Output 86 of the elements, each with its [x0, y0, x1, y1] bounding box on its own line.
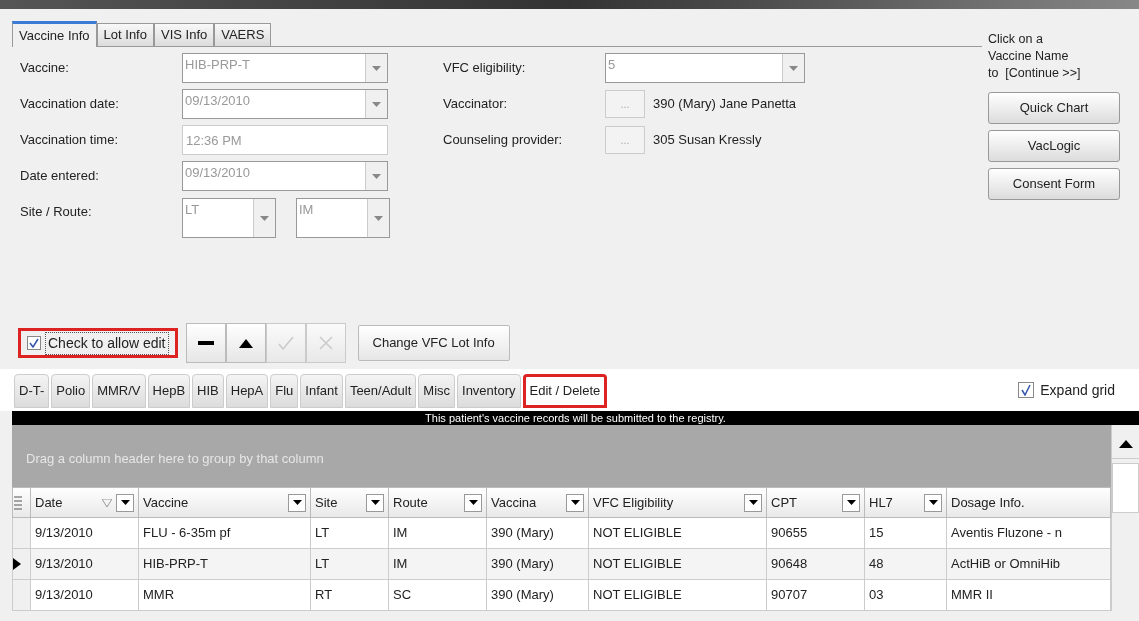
category-tab[interactable]: HepB — [147, 374, 191, 408]
table-cell: 90655 — [766, 517, 865, 549]
category-tab[interactable]: Inventory — [457, 374, 521, 408]
table-cell: LT — [310, 548, 389, 580]
category-tab[interactable]: Flu — [270, 374, 299, 408]
table-cell: 9/13/2010 — [30, 548, 139, 580]
field-label: Vaccination date: — [19, 95, 120, 114]
table-cell: LT — [310, 517, 389, 549]
field-label: Vaccinator: — [442, 95, 509, 114]
minus-button[interactable] — [185, 323, 226, 363]
checkbox[interactable] — [27, 336, 41, 350]
table-cell: 03 — [864, 579, 947, 611]
minus-icon — [197, 341, 214, 345]
field-label: Site / Route: — [19, 203, 93, 222]
category-tab[interactable]: HepA — [225, 374, 269, 408]
side-button[interactable]: VacLogic — [988, 130, 1120, 162]
table-cell: NOT ELIGIBLE — [588, 548, 767, 580]
checkbox-label: Expand grid — [1040, 380, 1115, 400]
category-tab[interactable]: Teen/Adult — [344, 374, 417, 408]
scrollbar[interactable] — [1111, 425, 1139, 611]
table-cell: 9/13/2010 — [30, 517, 139, 549]
instruction-text: Vaccine Name — [988, 48, 1070, 65]
table-cell: 390 (Mary) — [486, 517, 589, 549]
category-tab[interactable]: MMR/V — [92, 374, 146, 408]
field-label: Vaccine: — [19, 59, 70, 78]
table-cell: 15 — [864, 517, 947, 549]
category-tab[interactable]: D-T- — [14, 374, 50, 408]
filter-dropdown-icon[interactable] — [116, 493, 134, 512]
filter-dropdown-icon[interactable] — [566, 493, 584, 512]
table-cell: MMR II — [946, 579, 1111, 611]
scroll-thumb[interactable] — [1112, 463, 1139, 513]
filter-dropdown-icon[interactable] — [842, 493, 860, 512]
table-cell: NOT ELIGIBLE — [588, 517, 767, 549]
check-icon — [29, 338, 39, 348]
checkbox-label: Check to allow edit — [45, 331, 169, 355]
side-button[interactable]: Consent Form — [988, 168, 1120, 200]
table-cell: Aventis Fluzone - n — [946, 517, 1111, 549]
category-tab[interactable]: HIB — [192, 374, 224, 408]
up-triangle-icon — [1118, 439, 1133, 448]
table-cell: HIB-PRP-T — [138, 548, 311, 580]
category-tab[interactable]: Misc — [418, 374, 456, 408]
tab[interactable]: VAERS — [214, 23, 272, 46]
change-vfc-lot-button[interactable]: Change VFC Lot Info — [357, 325, 510, 361]
filter-dropdown-icon[interactable] — [288, 493, 306, 512]
row-pointer-icon — [13, 558, 21, 570]
table-cell: SC — [388, 579, 487, 611]
checkbox[interactable] — [1018, 382, 1035, 398]
table-cell: NOT ELIGIBLE — [588, 579, 767, 611]
field-label: Date entered: — [19, 167, 100, 186]
up-triangle-icon — [238, 338, 253, 348]
category-tab[interactable]: Polio — [51, 374, 91, 408]
filter-dropdown-icon[interactable] — [744, 493, 762, 512]
check-icon — [1021, 384, 1032, 396]
cross-icon — [318, 336, 333, 350]
group-by-area: Drag a column header here to group by that column — [12, 425, 1111, 487]
tab[interactable]: Vaccine Info — [12, 21, 97, 47]
table-cell: RT — [310, 579, 389, 611]
tab[interactable]: Lot Info — [96, 23, 154, 46]
instruction-text: Click on a — [988, 31, 1044, 48]
check-icon — [277, 336, 294, 350]
filter-dropdown-icon[interactable] — [366, 493, 384, 512]
table-cell: 90707 — [766, 579, 865, 611]
table-cell: 9/13/2010 — [30, 579, 139, 611]
category-tab[interactable]: Edit / Delete — [522, 374, 608, 408]
table-cell: ActHiB or OmniHib — [946, 548, 1111, 580]
field-value: 390 (Mary) Jane Panetta — [652, 95, 797, 114]
field-label: VFC eligibility: — [442, 59, 527, 78]
field-value: 305 Susan Kressly — [652, 131, 762, 150]
table-cell: FLU - 6-35m pf — [138, 517, 311, 549]
table-cell: 90648 — [766, 548, 865, 580]
registry-banner: This patient's vaccine records will be submitted to the registry. — [12, 411, 1139, 425]
table-cell: 48 — [864, 548, 947, 580]
table-cell: 390 (Mary) — [486, 548, 589, 580]
field-label: Vaccination time: — [19, 131, 120, 150]
filter-dropdown-icon[interactable] — [464, 493, 482, 512]
instruction-text: to [Continue >>] — [988, 65, 1082, 82]
tab[interactable]: VIS Info — [153, 23, 215, 46]
field-label: Counseling provider: — [442, 131, 564, 150]
category-tab[interactable]: Infant — [300, 374, 343, 408]
filter-dropdown-icon[interactable] — [924, 493, 942, 512]
side-button[interactable]: Quick Chart — [988, 92, 1120, 124]
table-cell: 390 (Mary) — [486, 579, 589, 611]
table-cell: IM — [388, 548, 487, 580]
table-cell: MMR — [138, 579, 311, 611]
table-cell: IM — [388, 517, 487, 549]
up-triangle-button[interactable] — [225, 323, 266, 363]
